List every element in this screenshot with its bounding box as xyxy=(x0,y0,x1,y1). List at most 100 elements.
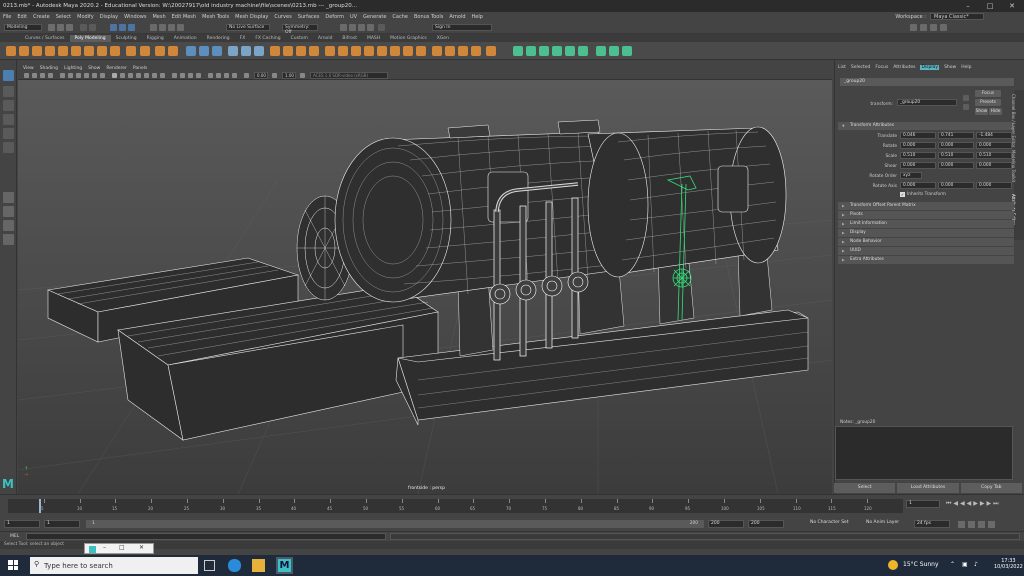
step-forward-key-icon[interactable]: ▶ xyxy=(987,500,992,508)
snap-grid-icon[interactable] xyxy=(150,24,157,31)
cut-uv-icon[interactable] xyxy=(596,46,606,56)
rotate-order-dropdown[interactable]: xyz xyxy=(900,172,922,179)
fps-dropdown[interactable]: 24 fps xyxy=(914,520,950,528)
insert-edge-loop-icon[interactable] xyxy=(416,46,426,56)
playback-start-field[interactable]: 1 xyxy=(44,520,80,528)
task-view-icon[interactable] xyxy=(204,560,215,571)
open-scene-icon[interactable] xyxy=(57,24,64,31)
new-scene-icon[interactable] xyxy=(48,24,55,31)
rotate-axis-z-field[interactable]: 0.000 xyxy=(976,182,1012,189)
snap-point-icon[interactable] xyxy=(168,24,175,31)
symmetry-dropdown[interactable]: Symmetry: Off xyxy=(282,24,318,35)
hide-button[interactable]: Hide xyxy=(989,108,1002,115)
ae-menu-focus[interactable]: Focus xyxy=(875,65,888,70)
attr-rotate-z-field[interactable]: 0.000 xyxy=(976,142,1012,149)
paint-select-tool-icon[interactable] xyxy=(3,100,14,111)
grid-toggle-icon[interactable] xyxy=(60,73,65,78)
single-perspective-layout-icon[interactable] xyxy=(3,192,14,203)
transform-name-field[interactable]: _group20 xyxy=(897,99,957,106)
gamma-field[interactable]: 1.00 xyxy=(282,72,296,79)
attr-translate-z-field[interactable]: -1.484 xyxy=(976,132,1012,139)
copy-tab-button[interactable]: Copy Tab xyxy=(960,483,1022,493)
snap-curve-icon[interactable] xyxy=(159,24,166,31)
exposure-field[interactable]: 0.00 xyxy=(254,72,268,79)
shelf-tab-xgen[interactable]: XGen xyxy=(432,35,454,42)
taskbar-search[interactable]: ⚲ Type here to search xyxy=(30,557,198,574)
ae-menu-show[interactable]: Show xyxy=(944,65,956,70)
gamma-icon[interactable] xyxy=(272,73,277,78)
sweep-mesh-icon[interactable] xyxy=(126,46,136,56)
wedge-icon[interactable] xyxy=(471,46,481,56)
poly-text-icon[interactable] xyxy=(155,46,165,56)
presets-button[interactable]: Presets xyxy=(975,99,1001,106)
toggle-channel-box-icon[interactable] xyxy=(940,24,947,31)
select-object-icon[interactable] xyxy=(119,24,126,31)
attr-shear-x-field[interactable]: 0.000 xyxy=(900,162,936,169)
camera-based-map-icon[interactable] xyxy=(578,46,588,56)
range-bar[interactable]: 1 200 xyxy=(86,520,704,528)
menu-file[interactable]: File xyxy=(3,14,11,20)
menu-modify[interactable]: Modify xyxy=(77,14,94,20)
planar-map-icon[interactable] xyxy=(526,46,536,56)
file-explorer-icon[interactable] xyxy=(252,559,265,572)
attr-translate-y-field[interactable]: 0.741 xyxy=(938,132,974,139)
offset-edge-loop-icon[interactable] xyxy=(432,46,442,56)
sign-in-dropdown[interactable]: Sign In xyxy=(432,24,492,31)
xray-components-icon[interactable] xyxy=(232,73,237,78)
append-polygon-icon[interactable] xyxy=(351,46,361,56)
section-limit-information[interactable]: Limit Information xyxy=(838,220,1014,228)
bevel-icon[interactable] xyxy=(338,46,348,56)
extrude-icon[interactable] xyxy=(325,46,335,56)
popup-minimize-icon[interactable]: – xyxy=(103,544,106,551)
shelf-tab-rigging[interactable]: Rigging xyxy=(142,35,169,42)
depth-of-field-icon[interactable] xyxy=(196,73,201,78)
super-shape-icon[interactable] xyxy=(140,46,150,56)
maximize-icon[interactable]: □ xyxy=(982,0,998,12)
panel-menu-panels[interactable]: Panels xyxy=(133,66,147,71)
panel-menu-show[interactable]: Show xyxy=(88,66,100,71)
menu-set-dropdown[interactable]: Modeling xyxy=(4,24,42,31)
shelf-tab-animation[interactable]: Animation xyxy=(169,35,202,42)
shadows-icon[interactable] xyxy=(160,73,165,78)
poly-cube-icon[interactable] xyxy=(19,46,29,56)
panel-menu-shading[interactable]: Shading xyxy=(40,66,58,71)
spherical-map-icon[interactable] xyxy=(552,46,562,56)
mirror-icon[interactable] xyxy=(270,46,280,56)
select-hierarchy-icon[interactable] xyxy=(110,24,117,31)
node-link-icon[interactable] xyxy=(963,104,969,110)
attr-scale-z-field[interactable]: 0.510 xyxy=(976,152,1012,159)
shelf-tab-mash[interactable]: MASH xyxy=(362,35,385,42)
shelf-tab-sculpting[interactable]: Sculpting xyxy=(111,35,142,42)
ae-menu-help[interactable]: Help xyxy=(961,65,971,70)
ipr-render-icon[interactable] xyxy=(349,24,356,31)
perspective-viewport[interactable]: frontside : persp → ↑ xyxy=(18,80,832,494)
lasso-tool-icon[interactable] xyxy=(3,86,14,97)
menu-help[interactable]: Help xyxy=(472,14,483,20)
menu-generate[interactable]: Generate xyxy=(363,14,386,20)
menu-create[interactable]: Create xyxy=(33,14,50,20)
persp-graph-layout-icon[interactable] xyxy=(3,234,14,245)
step-forward-frame-icon[interactable]: ▶ xyxy=(980,500,985,508)
quad-draw-icon[interactable] xyxy=(283,46,293,56)
xray-icon[interactable] xyxy=(216,73,221,78)
smooth-icon[interactable] xyxy=(212,46,222,56)
automatic-map-icon[interactable] xyxy=(565,46,575,56)
section-extra-attributes[interactable]: Extra Attributes xyxy=(838,256,1014,264)
svg-icon[interactable] xyxy=(168,46,178,56)
current-frame-field[interactable]: 1 xyxy=(906,500,940,508)
default-material-icon[interactable] xyxy=(128,73,133,78)
textured-icon[interactable] xyxy=(144,73,149,78)
character-set-dropdown[interactable]: No Character Set xyxy=(808,520,856,528)
four-view-layout-icon[interactable] xyxy=(3,206,14,217)
render-frame-icon[interactable] xyxy=(340,24,347,31)
snap-view-plane-icon[interactable] xyxy=(177,24,184,31)
image-plane-icon[interactable] xyxy=(48,73,53,78)
shelf-tab-fx-caching[interactable]: FX Caching xyxy=(250,35,285,42)
multisample-aa-icon[interactable] xyxy=(188,73,193,78)
poke-icon[interactable] xyxy=(458,46,468,56)
wireframe-icon[interactable] xyxy=(112,73,117,78)
rotate-axis-x-field[interactable]: 0.000 xyxy=(900,182,936,189)
ae-menu-list[interactable]: List xyxy=(838,65,846,70)
time-slider-track[interactable]: 5 10 15 20 25 30 35 40 45 50 55 60 65 70 75 80 85 90 95 100… xyxy=(8,499,903,513)
bridge-icon[interactable] xyxy=(309,46,319,56)
